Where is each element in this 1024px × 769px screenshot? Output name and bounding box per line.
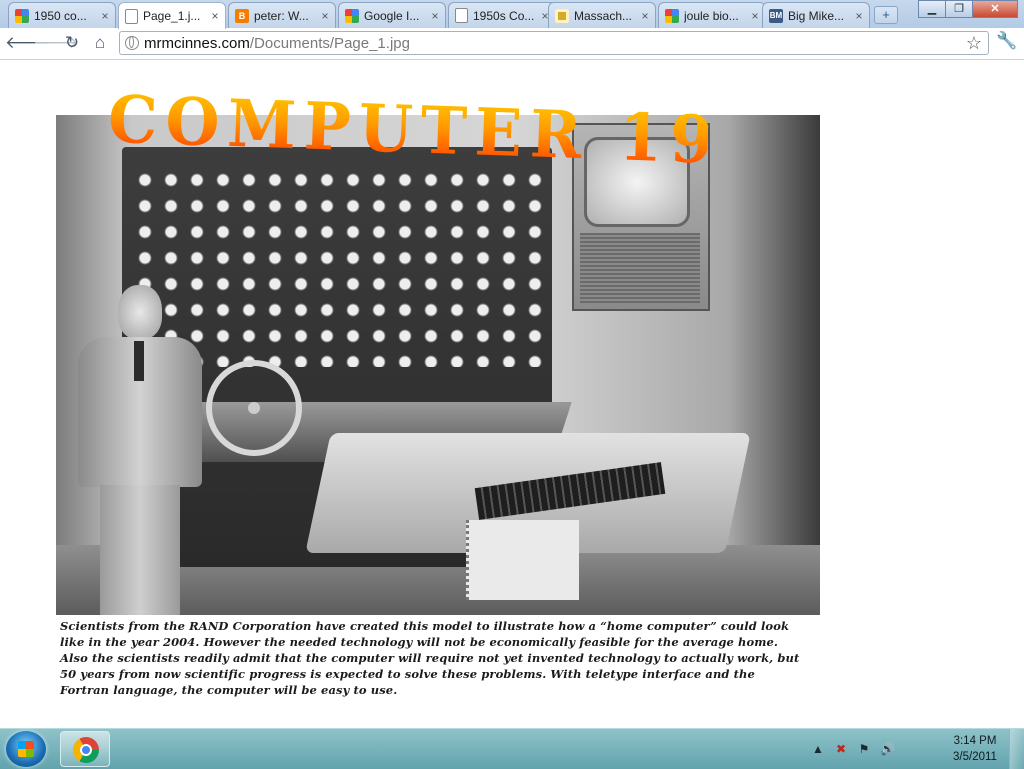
tab-label: joule bio...	[684, 8, 739, 23]
man-in-suit	[70, 285, 210, 615]
globe-icon	[125, 36, 139, 50]
close-icon[interactable]: ×	[429, 9, 441, 23]
close-icon[interactable]: ×	[99, 9, 111, 23]
close-icon[interactable]: ×	[749, 9, 761, 23]
show-hidden-icons-icon[interactable]: ▲	[811, 742, 825, 756]
clock-time: 3:14 PM	[953, 735, 997, 747]
action-center-flag-icon[interactable]: ⚑	[857, 742, 871, 756]
tab-joule-bio[interactable]: joule bio... ×	[658, 2, 766, 28]
photo-caption: Scientists from the RAND Corporation hav…	[60, 619, 800, 697]
tab-strip: 1950 co... × Page_1.j... × B peter: W...…	[0, 0, 1024, 29]
network-icon[interactable]: ✖	[834, 742, 848, 756]
blogger-icon: B	[235, 8, 249, 23]
volume-icon[interactable]: 🔊	[880, 742, 895, 756]
forward-button[interactable]: 🡒	[33, 32, 79, 54]
tab-label: Page_1.j...	[143, 9, 201, 23]
browser-toolbar: 🡐 🡒 ↻ ⌂ mrmcinnes.com/Documents/Page_1.j…	[0, 28, 1024, 60]
tab-label: 1950s Co...	[473, 8, 535, 23]
taskbar-clock[interactable]: 3:14 PM 3/5/2011	[944, 733, 1006, 765]
url-path: /Documents/Page_1.jpg	[249, 34, 410, 52]
maximize-button[interactable]: ❐	[945, 0, 973, 18]
tab-google-images[interactable]: Google I... ×	[338, 2, 446, 28]
tab-page-1-jpg[interactable]: Page_1.j... ×	[118, 2, 226, 29]
tab-1950-computers[interactable]: 1950 co... ×	[8, 2, 116, 28]
google-icon	[665, 8, 679, 23]
page-content: COMPUTER 1950's Scientists from the RAND…	[0, 60, 1024, 727]
new-tab-button[interactable]: +	[874, 6, 898, 24]
document-icon	[125, 8, 138, 24]
google-icon	[15, 8, 29, 23]
chrome-icon	[73, 737, 99, 763]
address-bar[interactable]: mrmcinnes.com/Documents/Page_1.jpg ☆	[119, 31, 989, 55]
home-button[interactable]: ⌂	[89, 32, 111, 54]
tab-peter-blog[interactable]: B peter: W... ×	[228, 2, 336, 28]
tab-label: Google I...	[364, 8, 420, 23]
tab-label: peter: W...	[254, 8, 309, 23]
url-host: mrmcinnes.com	[144, 34, 250, 52]
tab-label: Big Mike...	[788, 8, 845, 23]
wrench-menu-icon[interactable]: 🔧	[996, 31, 1017, 51]
windows-taskbar: ▲ ✖ ⚑ 🔊 3:14 PM 3/5/2011	[0, 728, 1024, 769]
steering-wheel	[206, 360, 302, 456]
tab-1950s-computers[interactable]: 1950s Co... ×	[448, 2, 556, 28]
minimize-button[interactable]: ▁	[918, 0, 946, 18]
close-icon[interactable]: ×	[319, 9, 331, 23]
ring-icon	[555, 8, 569, 23]
close-icon[interactable]: ×	[639, 9, 651, 23]
system-tray: ▲ ✖ ⚑ 🔊	[811, 737, 895, 761]
bookmark-star-icon[interactable]: ☆	[966, 33, 982, 54]
tab-label: Massach...	[574, 8, 633, 23]
google-icon	[345, 8, 359, 23]
printer-paper	[466, 520, 579, 600]
close-icon[interactable]: ×	[209, 9, 221, 23]
windows-logo-icon	[18, 741, 34, 757]
tab-big-mike[interactable]: BM Big Mike... ×	[762, 2, 870, 28]
back-button[interactable]: 🡐	[5, 32, 51, 54]
bm-icon: BM	[769, 8, 783, 23]
reload-button[interactable]: ↻	[61, 32, 83, 54]
clock-date: 3/5/2011	[953, 751, 997, 763]
taskbar-chrome-button[interactable]	[60, 731, 110, 767]
rand-home-computer-photo	[56, 115, 820, 615]
show-desktop-button[interactable]	[1009, 729, 1024, 769]
tab-massachusetts[interactable]: Massach... ×	[548, 2, 656, 28]
start-button[interactable]	[6, 731, 46, 767]
tab-label: 1950 co...	[34, 8, 87, 23]
close-window-button[interactable]: ✕	[972, 0, 1018, 18]
close-icon[interactable]: ×	[853, 9, 865, 23]
document-icon	[455, 8, 468, 23]
